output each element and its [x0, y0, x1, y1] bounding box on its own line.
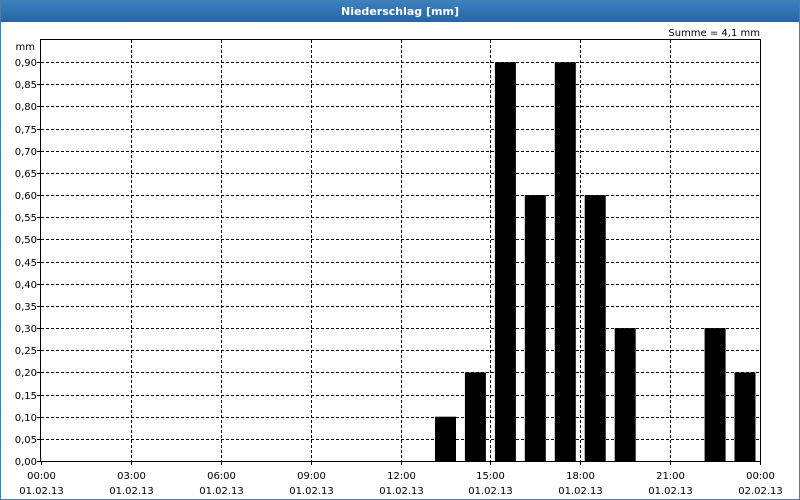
- grid-lines: [41, 40, 760, 461]
- precipitation-bar: [435, 416, 456, 461]
- x-tick-date: 01.02.13: [289, 486, 334, 497]
- x-tick-date: 01.02.13: [379, 486, 424, 497]
- x-tick-time: 15:00: [476, 471, 505, 482]
- y-tick-label: 0,60: [15, 191, 37, 202]
- y-tick-label: 0,90: [15, 58, 37, 69]
- x-tick-time: 00:00: [746, 471, 775, 482]
- y-tick-label: 0,65: [15, 169, 37, 180]
- y-axis-unit: mm: [16, 42, 35, 53]
- x-tick-date: 01.02.13: [109, 486, 154, 497]
- bars: [435, 62, 756, 461]
- x-axis-ticks: 00:00 01.02.13 03:00 01.02.13 06:00 01.02.13 0…: [19, 461, 783, 497]
- sum-annotation: Summe = 4,1 mm: [668, 28, 760, 39]
- x-tick-time: 03:00: [117, 471, 146, 482]
- y-tick-label: 0,10: [15, 413, 37, 424]
- precipitation-bar: [734, 372, 756, 461]
- x-tick-time: 06:00: [207, 471, 236, 482]
- x-tick-date: 02.02.13: [738, 486, 783, 497]
- precipitation-bar: [524, 195, 546, 461]
- precipitation-bar: [704, 328, 726, 461]
- plot-area-border: [40, 39, 761, 462]
- x-tick-date: 01.02.13: [648, 486, 693, 497]
- y-tick-label: 0,40: [15, 280, 37, 291]
- y-tick-label: 0,15: [15, 391, 37, 402]
- x-tick-time: 00:00: [27, 471, 56, 482]
- y-tick-label: 0,70: [15, 147, 37, 158]
- y-tick-label: 0,85: [15, 80, 37, 91]
- y-tick-label: 0,25: [15, 346, 37, 357]
- y-tick-label: 0,45: [15, 258, 37, 269]
- precipitation-bar: [464, 372, 486, 461]
- y-tick-label: 0,35: [15, 302, 37, 313]
- precipitation-bar: [614, 328, 636, 461]
- y-tick-label: 0,75: [15, 125, 37, 136]
- y-tick-label: 0,05: [15, 435, 37, 446]
- y-tick-label: 0,20: [15, 368, 37, 379]
- x-tick-time: 12:00: [387, 471, 416, 482]
- y-axis-ticks: 0,00 0,05 0,10 0,15 0,20 0,25 0,30 0,35 0,40 0,45…: [15, 58, 41, 468]
- precipitation-bar: [554, 62, 576, 461]
- x-tick-time: 09:00: [297, 471, 326, 482]
- x-tick-time: 18:00: [566, 471, 595, 482]
- precipitation-bar: [494, 62, 516, 461]
- precipitation-chart: 0,00 0,05 0,10 0,15 0,20 0,25 0,30 0,35 0,40 0,45…: [15, 28, 783, 497]
- x-tick-date: 01.02.13: [468, 486, 513, 497]
- precipitation-bar: [584, 195, 606, 461]
- x-tick-date: 01.02.13: [558, 486, 603, 497]
- x-tick-date: 01.02.13: [199, 486, 244, 497]
- x-tick-date: 01.02.13: [19, 486, 64, 497]
- y-tick-label: 0,80: [15, 102, 37, 113]
- x-tick-time: 21:00: [656, 471, 685, 482]
- y-tick-label: 0,00: [15, 457, 37, 468]
- y-tick-label: 0,50: [15, 235, 37, 246]
- y-tick-label: 0,55: [15, 213, 37, 224]
- y-tick-label: 0,30: [15, 324, 37, 335]
